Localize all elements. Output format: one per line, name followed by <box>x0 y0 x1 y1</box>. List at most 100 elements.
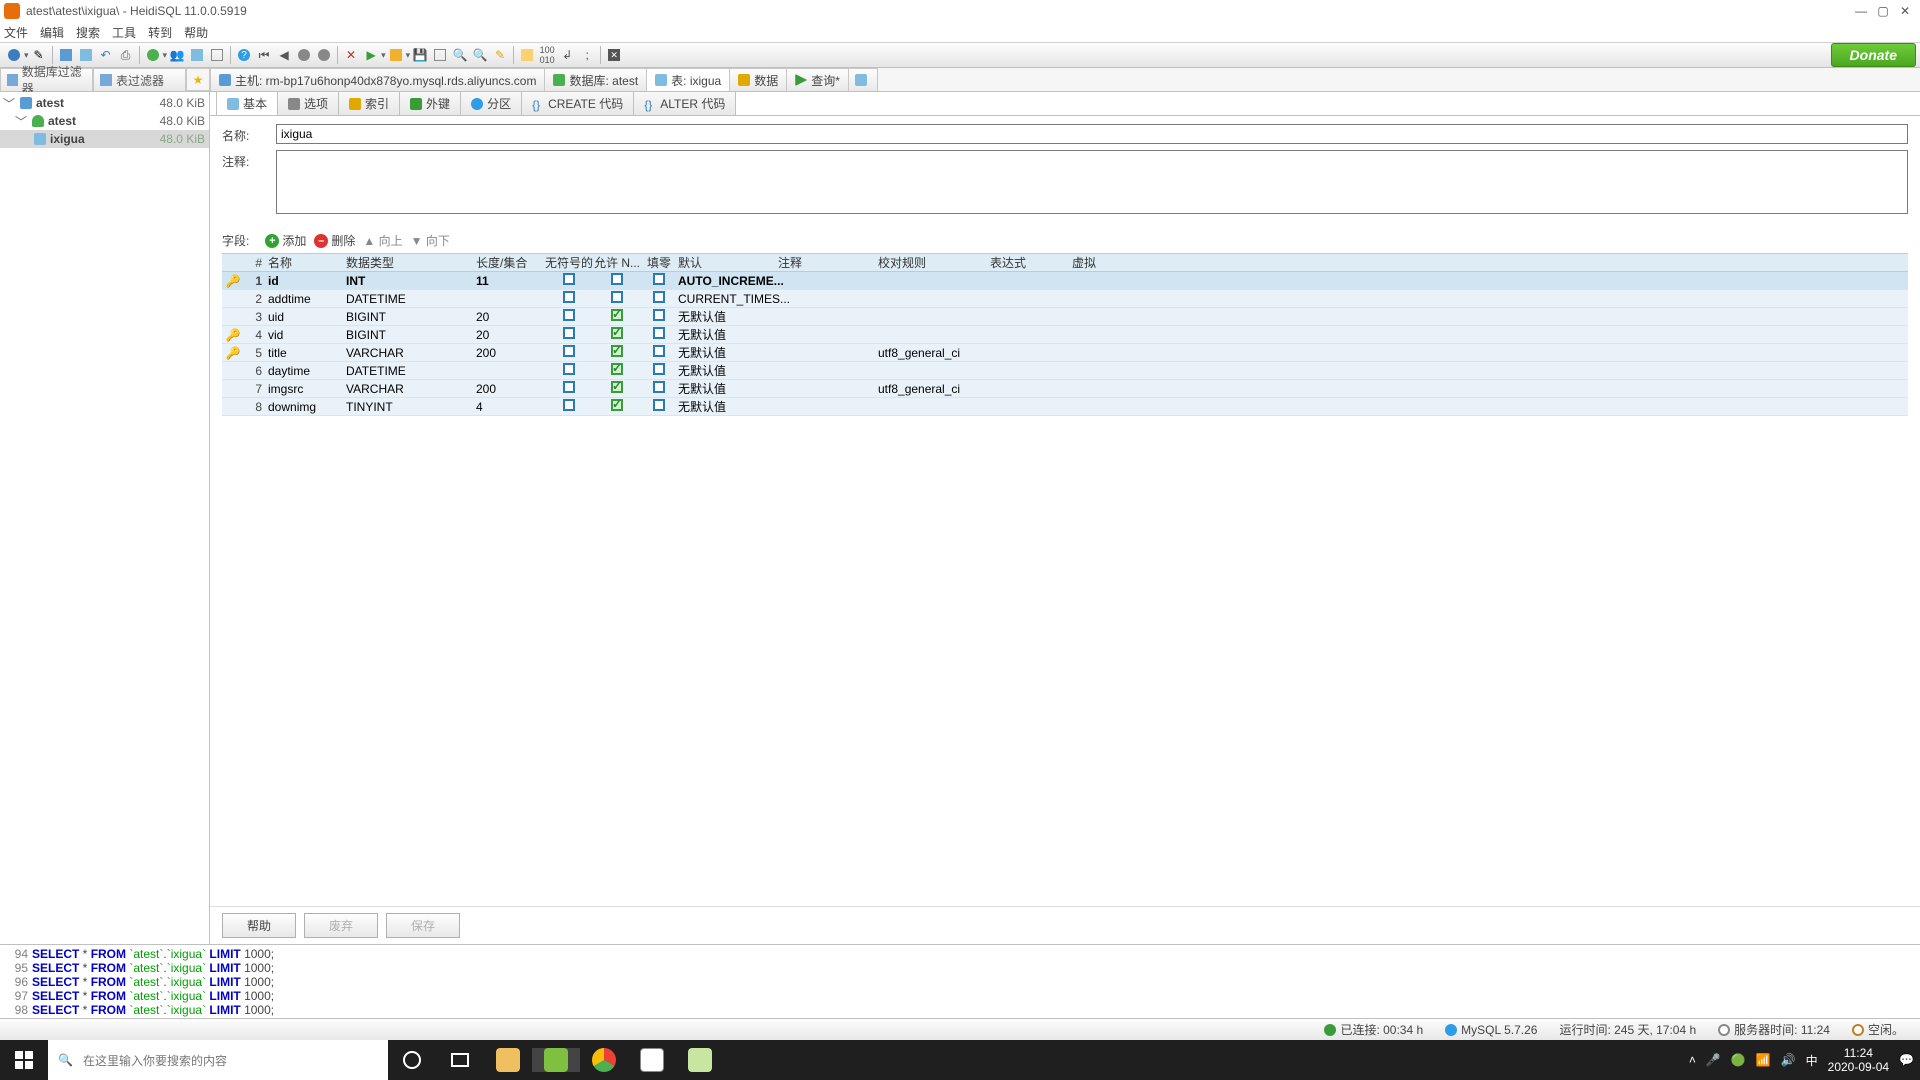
status-bar: 已连接: 00:34 h MySQL 5.7.26 运行时间: 245 天, 1… <box>0 1018 1920 1040</box>
move-up-button[interactable]: ▲ 向上 <box>363 232 402 249</box>
print-icon[interactable]: ⎙ <box>117 46 135 64</box>
prev-icon[interactable]: ◀ <box>275 46 293 64</box>
undo-icon[interactable]: ↶ <box>97 46 115 64</box>
highlight-icon[interactable]: ✎ <box>491 46 509 64</box>
discard-button[interactable]: 废弃 <box>304 913 378 938</box>
database-tab[interactable]: 数据库: atest <box>544 68 647 91</box>
column-row[interactable]: 3uidBIGINT20无默认值 <box>222 308 1908 326</box>
first-icon[interactable]: ⏮ <box>255 46 273 64</box>
subtab-fk[interactable]: 外键 <box>399 91 461 115</box>
columns-grid[interactable]: # 名称 数据类型 长度/集合 无符号的 允许 N... 填零 默认 注释 校对… <box>222 253 1908 416</box>
record-icon[interactable] <box>295 46 313 64</box>
data-tab[interactable]: 数据 <box>729 68 787 91</box>
add-query-tab[interactable] <box>848 68 878 91</box>
table-filter-tab[interactable]: 表过滤器 <box>93 68 186 91</box>
semicolon-icon[interactable]: ; <box>578 46 596 64</box>
comment-label: 注释: <box>222 150 276 170</box>
format-icon[interactable] <box>518 46 536 64</box>
notepad-icon[interactable] <box>676 1048 724 1072</box>
exit-icon[interactable]: ✕ <box>605 46 623 64</box>
users-icon[interactable]: 👥 <box>168 46 186 64</box>
heidisql-task-icon[interactable] <box>532 1048 580 1072</box>
menu-file[interactable]: 文件 <box>4 24 28 41</box>
maximize-button[interactable]: ▢ <box>1872 4 1894 18</box>
binary-icon[interactable]: 100010 <box>538 46 556 64</box>
subtab-alter[interactable]: {}ALTER 代码 <box>633 91 736 115</box>
subtab-create[interactable]: {}CREATE 代码 <box>521 91 634 115</box>
menu-help[interactable]: 帮助 <box>184 24 208 41</box>
column-row[interactable]: 6daytimeDATETIME无默认值 <box>222 362 1908 380</box>
db-filter-tab[interactable]: 数据库过滤器 <box>0 68 93 91</box>
minimize-button[interactable]: — <box>1850 4 1872 18</box>
tree-session[interactable]: ﹀ atest 48.0 KiB <box>0 94 209 112</box>
add-column-button[interactable]: +添加 <box>265 232 306 249</box>
tree-database[interactable]: ﹀ atest 48.0 KiB <box>0 112 209 130</box>
calendar-icon[interactable] <box>208 46 226 64</box>
mysql-icon <box>1445 1024 1457 1036</box>
zoom-out-icon[interactable]: 🔍 <box>471 46 489 64</box>
sql-log[interactable]: 94SELECT * FROM `atest`.`ixigua` LIMIT 1… <box>0 944 1920 1018</box>
save-button[interactable]: 保存 <box>386 913 460 938</box>
run-icon[interactable]: ▶ <box>362 46 380 64</box>
taskbar-search[interactable]: 🔍 在这里输入你要搜索的内容 <box>48 1040 388 1080</box>
stop-icon[interactable] <box>315 46 333 64</box>
explorer-icon[interactable] <box>484 1048 532 1072</box>
menu-search[interactable]: 搜索 <box>76 24 100 41</box>
tree-table[interactable]: ixigua 48.0 KiB <box>0 130 209 148</box>
subtab-options[interactable]: 选项 <box>277 91 339 115</box>
query-tab[interactable]: 查询* <box>786 68 849 91</box>
start-button[interactable] <box>0 1040 48 1080</box>
help-icon[interactable]: ? <box>235 46 253 64</box>
help-button[interactable]: 帮助 <box>222 913 296 938</box>
host-tab[interactable]: 主机: rm-bp17u6honp40dx878yo.mysql.rds.ali… <box>210 68 545 91</box>
column-row[interactable]: 🔑5titleVARCHAR200无默认值utf8_general_ci <box>222 344 1908 362</box>
tray-mic-icon[interactable]: 🎤 <box>1706 1053 1721 1067</box>
menu-edit[interactable]: 编辑 <box>40 24 64 41</box>
new-file-icon[interactable] <box>57 46 75 64</box>
connect-icon[interactable] <box>5 46 23 64</box>
edit-icon[interactable]: ✎ <box>30 46 48 64</box>
remove-column-button[interactable]: –删除 <box>314 232 355 249</box>
column-row[interactable]: 2addtimeDATETIMECURRENT_TIMES... <box>222 290 1908 308</box>
column-row[interactable]: 8downimgTINYINT4无默认值 <box>222 398 1908 416</box>
menu-goto[interactable]: 转到 <box>148 24 172 41</box>
subtab-index[interactable]: 索引 <box>338 91 400 115</box>
table-icon[interactable] <box>188 46 206 64</box>
menu-tools[interactable]: 工具 <box>112 24 136 41</box>
app2-icon[interactable] <box>628 1048 676 1072</box>
tray-sound-icon[interactable]: 🔊 <box>1781 1053 1796 1067</box>
subtab-basic[interactable]: 基本 <box>216 91 278 115</box>
tray-ime[interactable]: 中 <box>1806 1052 1818 1069</box>
open-file-icon[interactable] <box>77 46 95 64</box>
connected-icon <box>1324 1024 1336 1036</box>
favorite-filter-tab[interactable]: ★ <box>186 68 210 91</box>
column-row[interactable]: 🔑4vidBIGINT20无默认值 <box>222 326 1908 344</box>
menu-bar: 文件 编辑 搜索 工具 转到 帮助 <box>0 22 1920 42</box>
table-comment-input[interactable] <box>276 150 1908 214</box>
tray-chevron-icon[interactable]: ˄ <box>1689 1053 1696 1067</box>
object-tree[interactable]: ﹀ atest 48.0 KiB ﹀ atest 48.0 KiB ixigua… <box>0 92 210 944</box>
column-row[interactable]: 7imgsrcVARCHAR200无默认值utf8_general_ci <box>222 380 1908 398</box>
column-row[interactable]: 🔑1idINT11AUTO_INCREME... <box>222 272 1908 290</box>
table-tab[interactable]: 表: ixigua <box>646 68 730 91</box>
cortana-icon[interactable] <box>388 1051 436 1069</box>
tray-notifications-icon[interactable]: 💬 <box>1899 1053 1914 1067</box>
folder-icon[interactable] <box>387 46 405 64</box>
cancel-icon[interactable]: ✕ <box>342 46 360 64</box>
close-button[interactable]: ✕ <box>1894 4 1916 18</box>
tray-shield-icon[interactable]: 🟢 <box>1731 1053 1746 1067</box>
move-down-button[interactable]: ▼ 向下 <box>411 232 450 249</box>
table-name-input[interactable] <box>276 124 1908 144</box>
search-icon: 🔍 <box>58 1053 73 1067</box>
export-icon[interactable] <box>431 46 449 64</box>
tray-clock[interactable]: 11:24 2020-09-04 <box>1828 1046 1889 1074</box>
zoom-in-icon[interactable]: 🔍 <box>451 46 469 64</box>
tray-wifi-icon[interactable]: 📶 <box>1756 1053 1771 1067</box>
refresh-icon[interactable] <box>144 46 162 64</box>
chrome-icon[interactable] <box>580 1048 628 1072</box>
save-icon[interactable]: 💾 <box>411 46 429 64</box>
wrap-icon[interactable]: ↲ <box>558 46 576 64</box>
donate-button[interactable]: Donate <box>1831 43 1916 67</box>
subtab-partition[interactable]: 分区 <box>460 91 522 115</box>
taskview-icon[interactable] <box>436 1053 484 1067</box>
